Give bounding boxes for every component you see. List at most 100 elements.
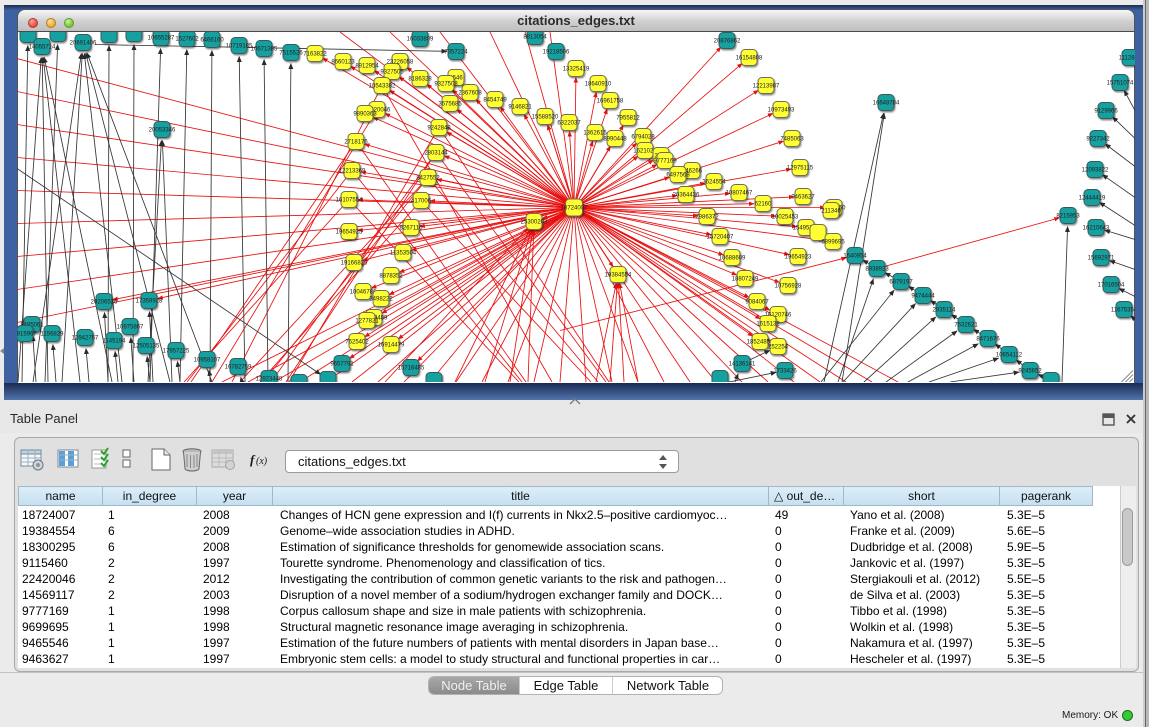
svg-text:10958107: 10958107 [194, 357, 221, 363]
svg-text:15716485: 15716485 [398, 365, 425, 371]
svg-text:8471676: 8471676 [976, 336, 1000, 342]
svg-text:3675685: 3675685 [438, 101, 462, 107]
svg-text:17957225: 17957225 [163, 348, 190, 354]
svg-text:19218506: 19218506 [543, 49, 570, 55]
svg-text:1615132: 1615132 [756, 321, 780, 327]
svg-text:252254: 252254 [768, 344, 789, 350]
svg-text:9474444: 9474444 [911, 293, 935, 299]
svg-text:16210643: 16210643 [1083, 225, 1110, 231]
svg-text:10973493: 10973493 [768, 107, 795, 113]
svg-text:9890363: 9890363 [353, 111, 377, 117]
svg-text:12213987: 12213987 [753, 83, 780, 89]
svg-text:14055714: 14055714 [29, 44, 56, 50]
svg-text:10543382: 10543382 [369, 83, 396, 89]
svg-text:12213369: 12213369 [339, 168, 366, 174]
svg-text:6879197: 6879197 [889, 279, 913, 285]
svg-text:3624554: 3624554 [702, 179, 726, 185]
svg-text:2803144: 2803144 [424, 150, 448, 156]
svg-text:2367608: 2367608 [458, 90, 482, 96]
svg-text:7357224: 7357224 [444, 49, 468, 55]
svg-text:10719185: 10719185 [226, 43, 253, 49]
svg-text:9777169: 9777169 [653, 158, 677, 164]
svg-text:19654923: 19654923 [785, 254, 812, 260]
svg-text:7485063: 7485063 [780, 136, 804, 142]
svg-text:10975867: 10975867 [117, 324, 144, 330]
svg-text:8912954: 8912954 [355, 63, 379, 69]
svg-text:18640910: 18640910 [585, 81, 612, 87]
svg-text:8427552: 8427552 [416, 175, 440, 181]
svg-text:1112844: 1112844 [1119, 55, 1135, 61]
svg-text:19654925: 19654925 [336, 229, 363, 235]
svg-text:25300203: 25300203 [521, 219, 548, 225]
svg-text:20364436: 20364436 [673, 192, 700, 198]
svg-text:9129966: 9129966 [1094, 108, 1118, 114]
svg-text:15751074: 15751074 [1107, 80, 1134, 86]
svg-text:9245652: 9245652 [1018, 368, 1042, 374]
svg-text:2718176: 2718176 [344, 139, 368, 145]
svg-text:16033809: 16033809 [407, 36, 434, 42]
svg-text:3498222: 3498222 [369, 296, 393, 302]
svg-text:8878352: 8878352 [379, 273, 403, 279]
svg-text:12093822: 12093822 [1082, 167, 1109, 173]
svg-text:1277821: 1277821 [355, 318, 379, 324]
svg-text:1640954: 1640954 [843, 253, 867, 259]
svg-text:6899695: 6899695 [821, 239, 845, 245]
svg-text:11353504: 11353504 [390, 250, 417, 256]
svg-text:7163822: 7163822 [303, 51, 327, 57]
svg-text:10655287: 10655287 [148, 35, 175, 41]
svg-text:9227342: 9227342 [1086, 136, 1110, 142]
svg-text:7955812: 7955812 [616, 115, 640, 121]
svg-text:9657791: 9657791 [330, 361, 354, 367]
svg-text:6794028: 6794028 [631, 134, 655, 140]
svg-text:2935114: 2935114 [933, 307, 957, 313]
svg-text:12942757: 12942757 [72, 335, 99, 341]
svg-text:9242848: 9242848 [427, 125, 451, 131]
svg-text:10688609: 10688609 [719, 255, 746, 261]
svg-text:18724007: 18724007 [561, 205, 588, 211]
svg-text:15720407: 15720407 [707, 234, 734, 240]
svg-text:16154808: 16154808 [736, 55, 763, 61]
svg-text:8454749: 8454749 [483, 97, 507, 103]
svg-text:19384554: 19384554 [605, 272, 632, 278]
svg-text:8660123: 8660123 [331, 59, 355, 65]
svg-text:1733426: 1733426 [773, 368, 797, 374]
svg-text:20206526: 20206526 [91, 299, 118, 305]
svg-text:20691406: 20691406 [70, 40, 97, 46]
svg-text:6466160: 6466160 [200, 37, 224, 43]
svg-text:12444419: 12444419 [1079, 195, 1106, 201]
svg-text:211346: 211346 [821, 208, 841, 214]
svg-text:20876862: 20876862 [714, 38, 741, 44]
svg-text:7515526: 7515526 [279, 50, 303, 56]
svg-text:8938923: 8938923 [865, 266, 889, 272]
svg-text:10756928: 10756928 [775, 283, 802, 289]
svg-text:16648784: 16648784 [873, 100, 900, 106]
svg-text:12923448: 12923448 [256, 376, 283, 382]
svg-text:19166825: 19166825 [341, 260, 368, 266]
svg-text:16782759: 16782759 [225, 364, 252, 370]
svg-text:417006: 417006 [411, 198, 432, 204]
svg-text:17016504: 17016504 [1098, 282, 1125, 288]
svg-text:20053346: 20053346 [149, 127, 176, 133]
svg-text:(x): (x) [256, 456, 268, 467]
svg-text:8186328: 8186328 [408, 76, 432, 82]
svg-text:8813054: 8813054 [523, 34, 547, 40]
svg-text:7986372: 7986372 [695, 214, 719, 220]
svg-text:15588520: 15588520 [532, 114, 559, 120]
svg-text:12505135: 12505135 [133, 343, 160, 349]
svg-text:17359928: 17359928 [136, 298, 163, 304]
svg-text:7632621: 7632621 [954, 322, 978, 328]
svg-text:10671385: 10671385 [251, 46, 278, 52]
svg-text:6322037: 6322037 [557, 120, 581, 126]
svg-text:14136141: 14136141 [729, 361, 756, 367]
svg-text:1156829: 1156829 [41, 331, 65, 337]
svg-text:62160: 62160 [755, 201, 772, 207]
svg-text:1527602: 1527602 [175, 36, 199, 42]
svg-text:9463627: 9463627 [791, 194, 815, 200]
svg-text:16914479: 16914479 [378, 342, 405, 348]
svg-text:13325419: 13325419 [563, 66, 590, 72]
svg-text:10025453: 10025453 [772, 214, 799, 220]
svg-text:11675354: 11675354 [1111, 307, 1135, 313]
svg-text:18807249: 18807249 [732, 276, 759, 282]
svg-text:7625402: 7625402 [345, 339, 369, 345]
svg-text:9327505: 9327505 [380, 69, 404, 75]
